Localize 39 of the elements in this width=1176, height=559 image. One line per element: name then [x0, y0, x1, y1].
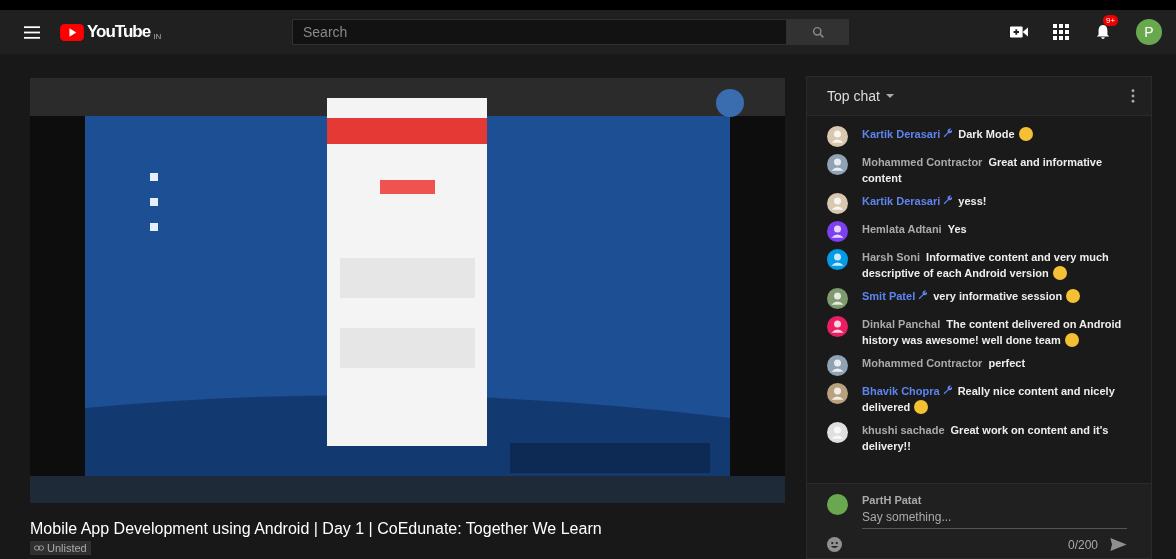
chat-message: Hemlata Adtani Yes: [862, 222, 967, 237]
chat-message: Smit Patel very informative session: [862, 288, 1081, 304]
visibility-label: Unlisted: [47, 542, 87, 554]
chat-message: Kartik Derasari Dark Mode: [862, 126, 1033, 142]
emoji-icon: [1066, 289, 1081, 303]
menu-icon[interactable]: [24, 25, 40, 39]
emoji-picker-icon[interactable]: [827, 537, 842, 552]
search-field[interactable]: Search: [292, 19, 787, 45]
chat-message: Mohammed Contractor perfect: [862, 356, 1026, 371]
chat-message: khushi sachade Great work on content and it's delivery!!: [862, 423, 1110, 454]
wrench-icon: [917, 290, 928, 300]
chat-message: Kartik Derasari yess!: [862, 194, 987, 209]
more-options-icon[interactable]: [1131, 89, 1135, 103]
logo-icon[interactable]: [60, 23, 84, 41]
emoji-icon: [1052, 266, 1067, 280]
video-title: Mobile App Development using Android | Day 1 | CoEdunate: Together We Learn: [30, 520, 603, 538]
chat-mode-dropdown[interactable]: Top chat: [827, 88, 894, 104]
search-icon: [811, 25, 825, 39]
apps-grid-icon[interactable]: [1052, 24, 1070, 40]
link-icon: [34, 545, 44, 551]
region-label: IN: [153, 32, 162, 41]
wrench-icon: [942, 128, 953, 138]
wrench-icon: [942, 195, 953, 205]
chat-message: Harsh Soni Informative content and very much descriptive of each Android version: [862, 250, 1110, 281]
emoji-icon: [1018, 127, 1033, 141]
chat-message: Mohammed Contractor Great and informative content: [862, 155, 1104, 186]
emoji-icon: [914, 400, 929, 414]
logo-text[interactable]: YouTube: [87, 22, 151, 42]
chat-message: Bhavik Chopra Really nice content and nicely delivered: [862, 384, 1116, 415]
composer-name: PartH Patat: [862, 494, 923, 506]
caret-icon: [885, 94, 894, 98]
notification-count: 9+: [1103, 15, 1119, 26]
send-icon[interactable]: [1110, 538, 1127, 551]
emoji-icon: [1064, 333, 1079, 347]
character-counter: 0/200: [1067, 537, 1098, 552]
chat-message: Dinkal Panchal The content delivered on Android history was awesome! well done team: [862, 317, 1123, 348]
chat-input[interactable]: Say something...: [862, 506, 1127, 529]
wrench-icon: [941, 385, 952, 395]
video-camera-icon[interactable]: [1010, 24, 1028, 40]
